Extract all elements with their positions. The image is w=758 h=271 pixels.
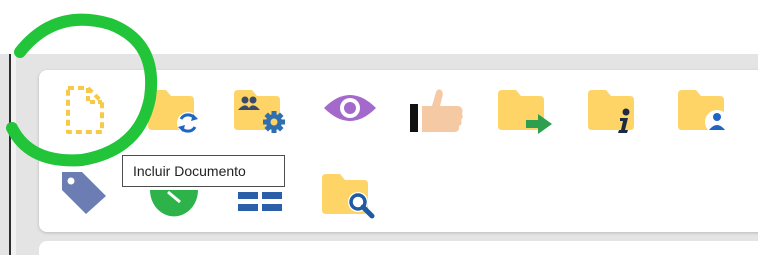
tag-icon (62, 172, 106, 214)
thumbs-up-icon (410, 89, 463, 132)
left-border-highlight (11, 54, 16, 255)
folder-sync-icon (148, 90, 199, 134)
list-button[interactable] (236, 190, 286, 216)
search-folder-button[interactable] (320, 170, 380, 222)
folder-search-icon (322, 174, 375, 219)
include-document-button[interactable] (60, 84, 108, 136)
equals-icon (238, 192, 282, 211)
content-panel (39, 241, 758, 271)
sign-button[interactable] (408, 86, 468, 136)
process-info-button[interactable] (586, 86, 642, 136)
folder-user-button[interactable] (676, 86, 732, 136)
document-dashed-icon (66, 86, 104, 134)
tooltip: Incluir Documento (122, 155, 285, 187)
send-process-button[interactable] (496, 86, 556, 136)
eye-icon (324, 95, 376, 121)
folder-users-settings-button[interactable] (232, 86, 290, 136)
folder-arrow-icon (498, 90, 552, 134)
folder-users-gear-icon (234, 90, 285, 133)
folder-info-icon (588, 90, 634, 133)
tag-button[interactable] (58, 168, 110, 216)
view-button[interactable] (322, 88, 378, 128)
folder-user-icon (678, 90, 729, 134)
folder-sync-button[interactable] (146, 86, 204, 136)
